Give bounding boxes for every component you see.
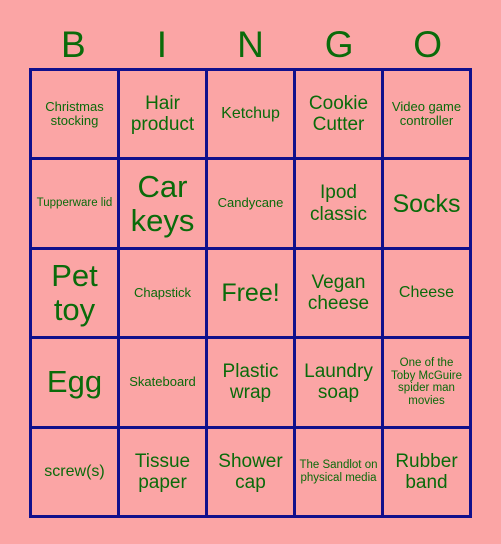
bingo-cell[interactable]: Video game controller xyxy=(384,71,472,161)
bingo-cell-label: Chapstick xyxy=(133,284,192,300)
bingo-cell[interactable]: Chapstick xyxy=(120,249,208,340)
bingo-cell-label: Skateboard xyxy=(129,374,196,390)
bingo-cell-label: Rubber band xyxy=(395,450,458,493)
bingo-cell-label: One of the Toby McGuire spider man movie… xyxy=(391,356,462,408)
bingo-cell[interactable]: Ketchup xyxy=(208,71,296,161)
bingo-card: B I N G O Christmas stocking Hair product… xyxy=(0,0,501,544)
bingo-cell[interactable]: Pet toy xyxy=(32,249,120,340)
bingo-cell-label: The Sandlot on physical media xyxy=(299,458,378,484)
bingo-cell-label: Car keys xyxy=(130,168,195,238)
header-letter-n: N xyxy=(237,24,264,65)
bingo-cell[interactable]: Christmas stocking xyxy=(32,71,120,161)
bingo-cell[interactable]: Shower cap xyxy=(208,428,296,518)
bingo-cell-label: Hair product xyxy=(130,92,195,136)
bingo-cell[interactable]: Socks xyxy=(384,160,472,250)
bingo-grid: Christmas stocking Hair product Ketchup Coo… xyxy=(29,68,472,518)
bingo-cell-label: screw(s) xyxy=(44,462,105,480)
bingo-cell-label: Ketchup xyxy=(221,105,280,123)
bingo-cell-label: Cheese xyxy=(398,284,455,302)
bingo-cell[interactable]: Vegan cheese xyxy=(296,249,384,340)
bingo-cell-label: Tissue paper xyxy=(134,450,191,493)
bingo-cell[interactable]: Tupperware lid xyxy=(32,160,120,250)
bingo-cell[interactable]: Rubber band xyxy=(384,428,472,518)
bingo-cell[interactable]: Tissue paper xyxy=(120,428,208,518)
bingo-cell[interactable]: The Sandlot on physical media xyxy=(296,428,384,518)
header-letter-i: I xyxy=(156,24,168,65)
bingo-cell-label: Tupperware lid xyxy=(36,197,113,210)
bingo-cell-label: Socks xyxy=(392,189,461,218)
bingo-cell[interactable]: Cheese xyxy=(384,249,472,340)
bingo-cell-label: Shower cap xyxy=(218,450,283,493)
bingo-cell-label: Vegan cheese xyxy=(307,271,370,314)
bingo-cell[interactable]: Egg xyxy=(32,339,120,429)
bingo-cell[interactable]: screw(s) xyxy=(32,428,120,518)
bingo-cell[interactable]: Plastic wrap xyxy=(208,339,296,429)
bingo-cell-label: Free! xyxy=(221,278,280,307)
bingo-cell-label: Laundry soap xyxy=(304,361,373,404)
bingo-cell-label: Christmas stocking xyxy=(45,98,104,129)
bingo-cell[interactable]: Hair product xyxy=(120,71,208,161)
bingo-cell-label: Ipod classic xyxy=(309,182,367,225)
header-letter-g: G xyxy=(324,24,354,65)
bingo-header-row: B I N G O xyxy=(29,22,472,68)
bingo-cell[interactable]: Laundry soap xyxy=(296,339,384,429)
bingo-cell[interactable]: Free! xyxy=(208,249,296,340)
bingo-cell-label: Candycane xyxy=(217,195,284,211)
bingo-cell-label: Video game controller xyxy=(391,98,462,129)
bingo-cell-label: Pet toy xyxy=(51,257,98,327)
bingo-cell[interactable]: Candycane xyxy=(208,160,296,250)
bingo-cell[interactable]: Cookie Cutter xyxy=(296,71,384,161)
header-letter-b: B xyxy=(60,24,86,65)
bingo-cell[interactable]: Car keys xyxy=(120,160,208,250)
bingo-cell[interactable]: Skateboard xyxy=(120,339,208,429)
header-letter-o: O xyxy=(413,24,443,65)
bingo-cell[interactable]: Ipod classic xyxy=(296,160,384,250)
bingo-cell[interactable]: One of the Toby McGuire spider man movie… xyxy=(384,339,472,429)
bingo-cell-label: Plastic wrap xyxy=(222,361,279,404)
bingo-cell-label: Egg xyxy=(46,364,103,400)
bingo-cell-label: Cookie Cutter xyxy=(308,92,369,136)
